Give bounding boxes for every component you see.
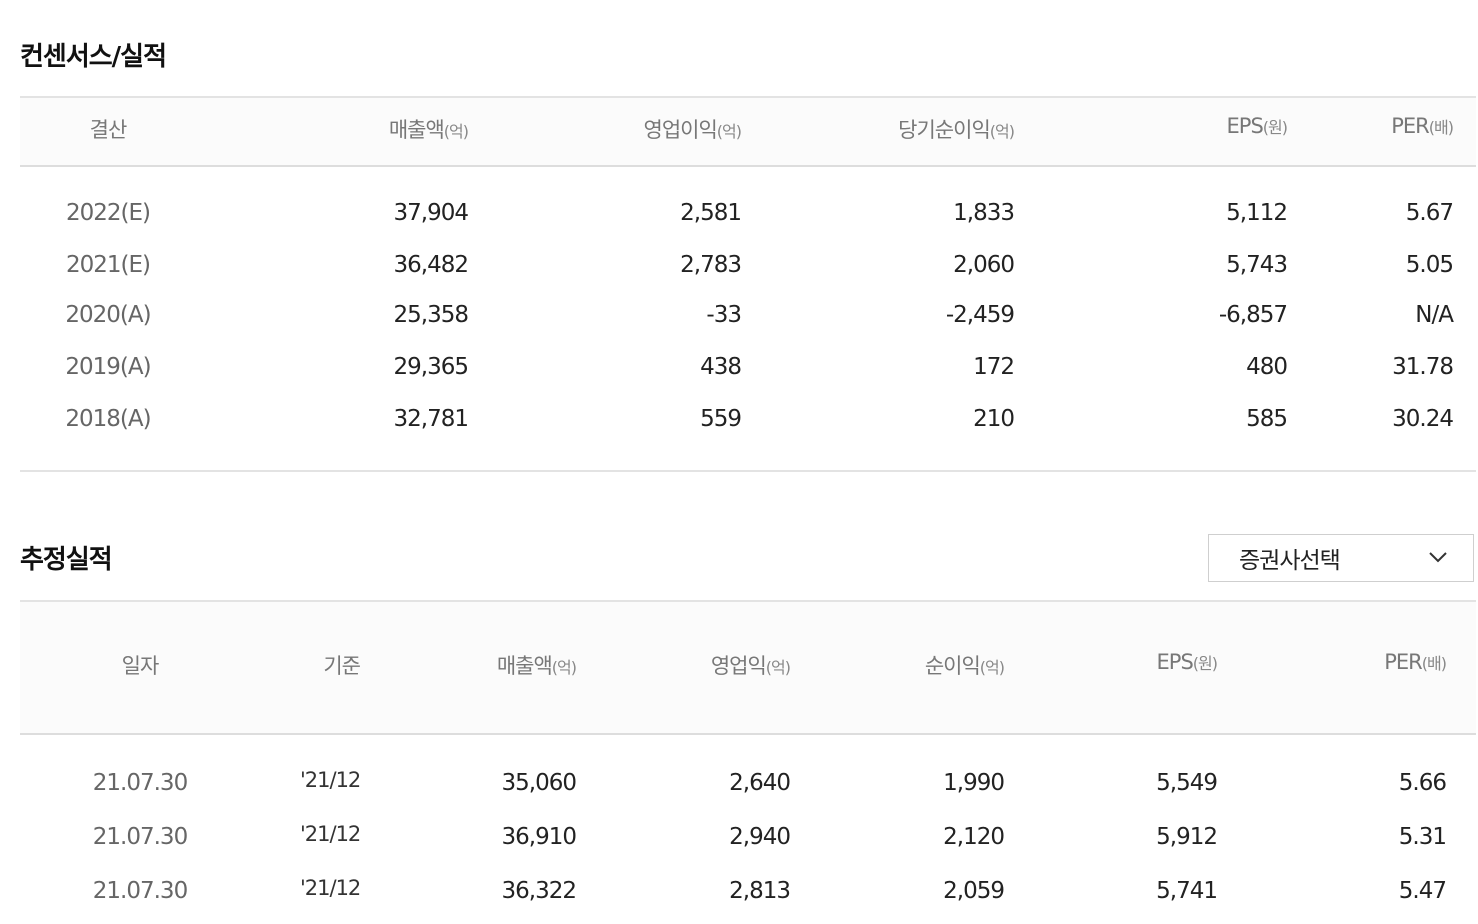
row-operating-profit: 2,640 [729,770,791,796]
header-operating-profit: 영업익(억) [710,654,791,678]
row-operating-profit: 2,940 [729,824,791,850]
row-eps: 480 [1246,354,1288,380]
row-period: 2018(A) [65,406,151,432]
header-eps: EPS(원) [1156,650,1218,674]
row-operating-profit: 438 [700,354,742,380]
row-eps: 585 [1246,406,1288,432]
row-net-income: 2,060 [953,252,1015,278]
row-eps: 5,912 [1156,824,1218,850]
header-date: 일자 [121,654,160,678]
row-per: N/A [1415,302,1454,328]
row-revenue: 25,358 [393,302,469,328]
row-per: 30.24 [1392,406,1454,432]
row-period: 2021(E) [65,252,151,278]
row-net-income: 1,833 [953,200,1015,226]
estimates-section-title: 추정실적 [20,545,113,575]
row-revenue: 29,365 [393,354,469,380]
row-date: 21.07.30 [92,878,188,904]
row-basis: '21/12 [300,876,361,900]
row-operating-profit: 559 [700,406,742,432]
row-date: 21.07.30 [92,770,188,796]
header-revenue: 매출액(억) [496,654,577,678]
consensus-section-title: 컨센서스/실적 [20,42,167,72]
estimates-header-divider [20,733,1476,735]
row-period: 2019(A) [65,354,151,380]
row-net-income: 2,059 [943,878,1005,904]
row-eps: 5,112 [1226,200,1288,226]
row-basis: '21/12 [300,822,361,846]
row-operating-profit: -33 [706,302,742,328]
row-per: 5.31 [1398,824,1447,850]
row-net-income: 210 [973,406,1015,432]
row-revenue: 37,904 [393,200,469,226]
row-net-income: -2,459 [945,302,1015,328]
row-revenue: 35,060 [501,770,577,796]
row-per: 5.05 [1405,252,1454,278]
row-net-income: 2,120 [943,824,1005,850]
row-eps: 5,743 [1226,252,1288,278]
row-date: 21.07.30 [92,824,188,850]
row-period: 2022(E) [65,200,151,226]
broker-select-value: 증권사선택 [1239,548,1341,574]
row-revenue: 36,910 [501,824,577,850]
row-operating-profit: 2,581 [680,200,742,226]
header-net-income: 당기순이익(억) [898,118,1015,142]
row-operating-profit: 2,783 [680,252,742,278]
row-net-income: 1,990 [943,770,1005,796]
row-per: 5.67 [1405,200,1454,226]
row-per: 5.66 [1398,770,1447,796]
header-period: 결산 [89,118,128,142]
chevron-down-icon [1429,552,1447,563]
header-basis: 기준 [323,654,361,678]
row-revenue: 32,781 [393,406,469,432]
row-net-income: 172 [973,354,1015,380]
broker-select-dropdown[interactable]: 증권사선택 [1208,534,1474,582]
row-period: 2020(A) [65,302,151,328]
row-per: 31.78 [1392,354,1454,380]
header-eps: EPS(원) [1226,114,1288,138]
row-revenue: 36,322 [501,878,577,904]
header-per: PER(배) [1391,114,1454,138]
row-operating-profit: 2,813 [729,878,791,904]
header-net-income: 순이익(억) [924,654,1005,678]
consensus-table-bottom-border [20,470,1476,472]
header-operating-profit: 영업이익(억) [643,118,743,142]
row-per: 5.47 [1398,878,1447,904]
header-revenue: 매출액(억) [388,118,469,142]
row-basis: '21/12 [300,768,361,792]
row-eps: 5,741 [1156,878,1218,904]
row-eps: 5,549 [1156,770,1218,796]
consensus-header-divider [20,165,1476,167]
row-revenue: 36,482 [393,252,469,278]
row-eps: -6,857 [1218,302,1288,328]
header-per: PER(배) [1384,650,1447,674]
